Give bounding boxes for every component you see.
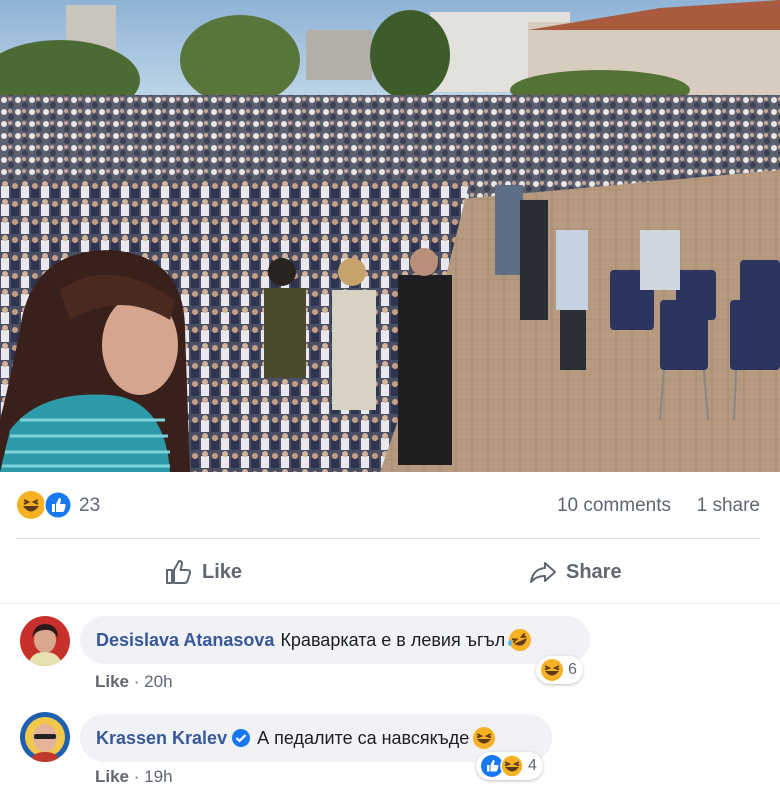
- comments-count-link[interactable]: 10 comments: [557, 495, 671, 517]
- comment-meta: Like · 20h: [95, 672, 173, 692]
- avatar[interactable]: [20, 616, 70, 666]
- comment-author[interactable]: Krassen Kralev: [96, 728, 227, 749]
- meta-separator: ·: [133, 767, 140, 786]
- rofl-icon: [508, 629, 532, 651]
- like-icon: [481, 755, 503, 777]
- haha-icon: [17, 491, 45, 519]
- comment-text: Краварката е в левия ъгъл: [280, 629, 506, 650]
- reaction-count[interactable]: 23: [79, 495, 100, 517]
- like-button[interactable]: Like: [164, 552, 242, 592]
- meta-separator: ·: [133, 672, 140, 691]
- post-photo[interactable]: [0, 0, 780, 472]
- haha-icon: [541, 659, 563, 681]
- comment-like-link[interactable]: Like: [95, 767, 129, 786]
- crowd-photo-image: [0, 0, 780, 472]
- verified-badge-icon: [232, 729, 251, 747]
- comment-reaction-count: 6: [568, 661, 577, 678]
- like-label: Like: [202, 560, 243, 583]
- comment-like-link[interactable]: Like: [95, 672, 129, 691]
- shares-count-link[interactable]: 1 share: [697, 495, 760, 517]
- haha-icon: [500, 754, 524, 778]
- share-arrow-icon: [530, 562, 556, 583]
- share-button[interactable]: Share: [528, 552, 622, 592]
- comment-meta: Like · 19h: [95, 767, 173, 787]
- comment-author[interactable]: Desislava Atanasova: [96, 630, 274, 651]
- comment-reactions[interactable]: 4: [476, 752, 543, 780]
- like-icon: [44, 491, 72, 519]
- haha-icon: [473, 727, 496, 749]
- share-label: Share: [566, 560, 622, 583]
- avatar[interactable]: [20, 712, 70, 762]
- section-separator: [0, 603, 780, 604]
- thumbs-up-icon: [166, 560, 192, 584]
- comment-reactions[interactable]: 6: [536, 656, 583, 684]
- comment-text: А педалите са навсякъде: [257, 727, 470, 748]
- comment-timestamp[interactable]: 20h: [144, 672, 172, 691]
- comment-bubble: Desislava Atanasova Краварката е в левия…: [80, 616, 590, 664]
- comment-reaction-count: 4: [528, 757, 537, 774]
- reaction-icons[interactable]: [16, 490, 76, 520]
- divider: [16, 538, 760, 539]
- comment-timestamp[interactable]: 19h: [144, 767, 172, 786]
- reaction-icons: [481, 754, 524, 778]
